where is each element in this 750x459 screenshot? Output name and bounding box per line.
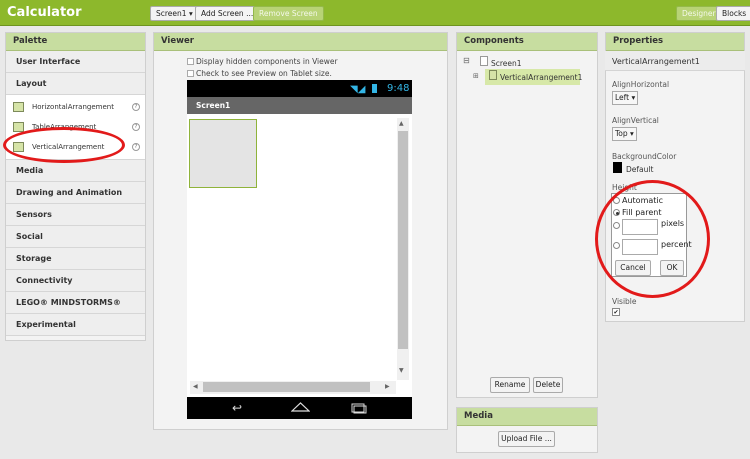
blocks-button[interactable]: Blocks: [716, 6, 750, 21]
vertical-arrangement-icon: [489, 70, 497, 80]
components-panel: Components: [456, 32, 598, 398]
align-vertical-label: AlignVertical: [612, 116, 659, 125]
wifi-signal-icon: ◥◢: [350, 84, 366, 95]
tablet-preview-label: Check to see Preview on Tablet size.: [196, 69, 332, 78]
scroll-up-icon[interactable]: ▲: [399, 120, 404, 127]
annotation-ellipse: [3, 127, 125, 163]
align-horizontal-select[interactable]: Left ▾: [612, 91, 639, 105]
remove-screen-button[interactable]: Remove Screen: [253, 6, 324, 21]
palette-item-horizontal-arrangement[interactable]: HorizontalArrangement ?: [6, 97, 145, 117]
vertical-arrangement-box[interactable]: [189, 119, 257, 188]
table-arrangement-icon: [13, 122, 24, 132]
collapse-icon[interactable]: ⊟: [463, 56, 470, 65]
properties-title: Properties: [606, 33, 744, 51]
back-icon[interactable]: ↩: [232, 401, 242, 415]
palette-category-user-interface[interactable]: User Interface: [6, 51, 145, 73]
properties-component-name: VerticalArrangement1: [612, 57, 700, 66]
palette-category-drawing-animation[interactable]: Drawing and Animation: [6, 182, 145, 204]
align-vertical-select[interactable]: Top ▾: [612, 127, 637, 141]
viewer-title: Viewer: [154, 33, 447, 51]
screen-title: Screen1: [196, 101, 231, 110]
visible-label: Visible: [612, 297, 637, 306]
background-color-swatch[interactable]: [613, 162, 622, 173]
home-icon[interactable]: [290, 402, 311, 412]
horizontal-scroll-thumb[interactable]: [203, 382, 370, 392]
palette-category-lego-mindstorms[interactable]: LEGO® MINDSTORMS®: [6, 292, 145, 314]
align-horizontal-label: AlignHorizontal: [612, 80, 670, 89]
palette-category-social[interactable]: Social: [6, 226, 145, 248]
help-icon[interactable]: ?: [132, 123, 140, 131]
upload-file-button[interactable]: Upload File ...: [498, 431, 555, 447]
display-hidden-label: Display hidden components in Viewer: [196, 57, 338, 66]
annotation-ellipse: [595, 180, 710, 298]
battery-icon: [372, 84, 377, 93]
palette-category-experimental[interactable]: Experimental: [6, 314, 145, 336]
palette-title: Palette: [6, 33, 145, 51]
media-title: Media: [457, 408, 597, 426]
palette-category-storage[interactable]: Storage: [6, 248, 145, 270]
display-hidden-checkbox[interactable]: [187, 58, 194, 65]
palette-item-label: HorizontalArrangement: [32, 103, 114, 111]
palette-category-media[interactable]: Media: [6, 160, 145, 182]
tree-child-label: VerticalArrangement1: [500, 73, 583, 82]
add-screen-button[interactable]: Add Screen ...: [195, 6, 260, 21]
app-title: Calculator: [7, 5, 82, 20]
phone-time: 9:48: [387, 83, 410, 94]
expand-icon[interactable]: ⊞: [473, 72, 479, 80]
scroll-left-icon[interactable]: ◀: [193, 383, 198, 390]
screen-icon: [480, 56, 488, 66]
palette-category-connectivity[interactable]: Connectivity: [6, 270, 145, 292]
components-title: Components: [457, 33, 597, 51]
scroll-down-icon[interactable]: ▼: [399, 367, 404, 374]
scroll-right-icon[interactable]: ▶: [385, 383, 390, 390]
background-color-label: BackgroundColor: [612, 152, 677, 161]
delete-button[interactable]: Delete: [533, 377, 563, 393]
visible-checkbox[interactable]: ✔: [612, 308, 620, 316]
tablet-preview-checkbox[interactable]: [187, 70, 194, 77]
palette-category-sensors[interactable]: Sensors: [6, 204, 145, 226]
tree-screen1[interactable]: Screen1: [491, 59, 522, 68]
background-color-value[interactable]: Default: [626, 165, 653, 174]
help-icon[interactable]: ?: [132, 103, 140, 111]
palette-category-layout[interactable]: Layout: [6, 73, 145, 95]
rename-button[interactable]: Rename: [490, 377, 530, 393]
vertical-scroll-thumb[interactable]: [398, 131, 408, 349]
designer-button[interactable]: Designer: [676, 6, 722, 21]
palette-panel: Palette User Interface Layout Horizontal…: [5, 32, 146, 341]
top-bar: [0, 0, 750, 26]
recent-apps-icon[interactable]: [351, 403, 367, 414]
screen-select-button[interactable]: Screen1 ▾: [150, 6, 199, 21]
help-icon[interactable]: ?: [132, 143, 140, 151]
horizontal-arrangement-icon: [13, 102, 24, 112]
